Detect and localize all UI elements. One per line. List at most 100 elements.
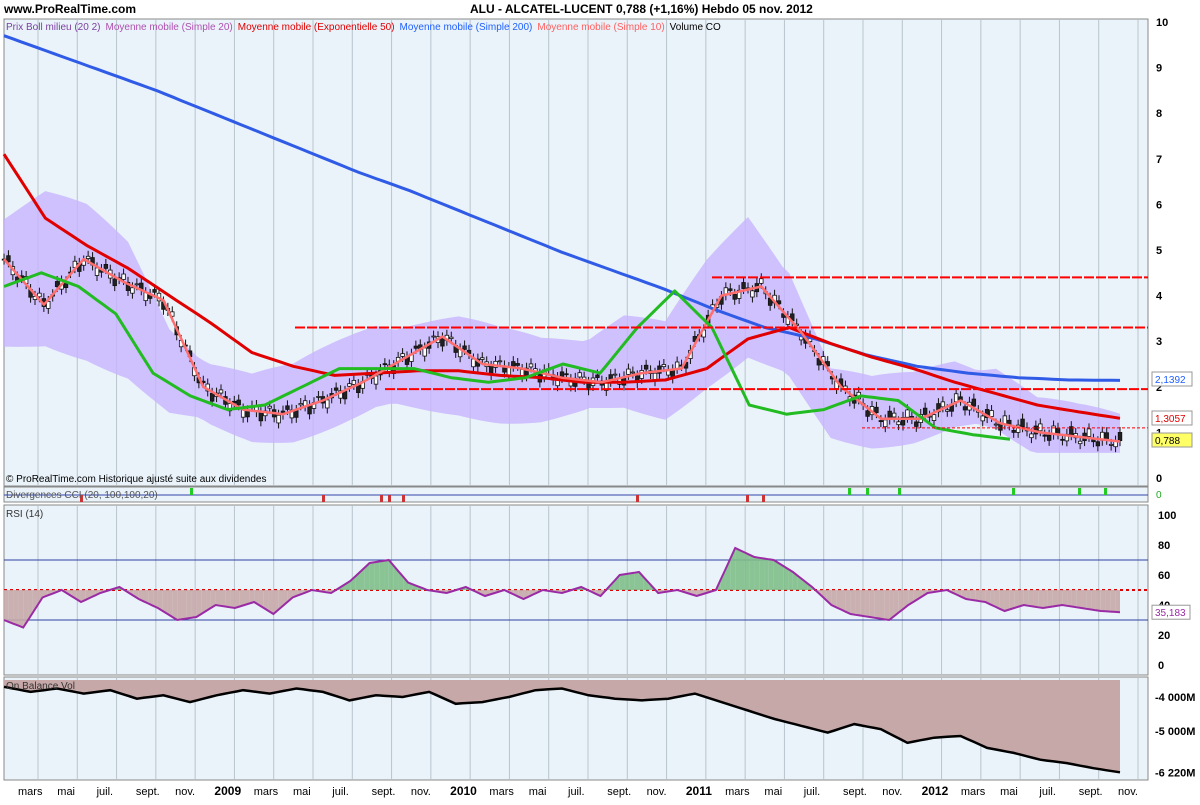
x-tick-label: sept. [136, 786, 160, 798]
cci-bar-negative [746, 495, 749, 502]
last-value-text: 2,1392 [1155, 375, 1186, 386]
rsi-fill-segment [778, 563, 784, 590]
rsi-fill-segment [629, 572, 635, 590]
rsi-fill-segment [1043, 590, 1048, 608]
candle-body [971, 398, 977, 407]
rsi-fill-segment [1110, 590, 1116, 612]
rsi-fill-segment [239, 590, 245, 607]
rsi-last-value: 35,183 [1155, 608, 1186, 619]
candle-body [316, 396, 321, 398]
candle-body [674, 361, 680, 369]
candle-body [54, 281, 60, 288]
x-tick-label: 2010 [450, 784, 477, 798]
candle-body [267, 405, 272, 409]
candle-body [440, 337, 445, 347]
candle-body [577, 372, 582, 378]
candle-body [400, 353, 405, 357]
candle-body [351, 380, 357, 385]
candle-body [989, 410, 994, 417]
candle-body [1104, 432, 1109, 440]
cci-bar-positive [1078, 488, 1081, 495]
price-tick-label: 0 [1156, 473, 1162, 485]
obv-y-axis: -4 000M -5 000M -6 220M [1155, 692, 1195, 779]
rsi-fill-segment [1028, 590, 1034, 607]
candle-body [528, 363, 534, 368]
rsi-fill-segment [879, 590, 885, 620]
price-legend: Prix Boll milieu (20 2) Moyenne mobile (S… [6, 22, 721, 33]
candle-body [325, 399, 330, 409]
candle-body [750, 290, 755, 298]
x-tick-label: nov. [1118, 786, 1138, 798]
x-tick-label: juil. [96, 786, 114, 798]
cci-bar-negative [388, 495, 391, 502]
rsi-fill-segment [374, 561, 380, 590]
candle-body [759, 278, 764, 284]
candle-body [980, 415, 985, 422]
candle-body [630, 371, 636, 374]
legend-item: Moyenne mobile (Simple 20) [105, 22, 232, 33]
rsi-fill-segment [196, 590, 202, 617]
candle-body [922, 407, 928, 415]
candle-body [1117, 432, 1123, 442]
legend-item: Prix Boll milieu (20 2) [6, 22, 100, 33]
x-tick-label: juil. [803, 786, 821, 798]
rsi-fill-segment [1047, 590, 1053, 608]
x-tick-label: nov. [647, 786, 667, 798]
candle-body [945, 409, 950, 412]
cci-value: 0 [1156, 490, 1162, 501]
rsi-fill-segment [975, 590, 981, 602]
price-tick-label: 9 [1156, 63, 1162, 75]
candle-body [1042, 434, 1047, 437]
candle-body [497, 360, 503, 363]
cci-bar-negative [380, 495, 383, 502]
candle-body [1095, 441, 1101, 447]
chart-title: ALU - ALCATEL-LUCENT 0,788 (+1,16%) Hebd… [470, 2, 813, 16]
rsi-tick-label: 20 [1158, 630, 1170, 642]
rsi-fill-segment [739, 550, 745, 590]
x-tick-label: sept. [843, 786, 867, 798]
cci-label: Divergences CCI (20, 100,100,20) [6, 490, 158, 501]
candle-body [382, 363, 388, 366]
rsi-fill-segment [186, 590, 192, 619]
rsi-fill-segment [999, 590, 1005, 611]
rsi-fill-segment [13, 590, 19, 626]
price-last-tags: 2,1392 1,3057 0,788 [1151, 371, 1193, 448]
candle-body [449, 336, 454, 340]
rsi-tick-label: 60 [1158, 570, 1170, 582]
candle-body [896, 421, 901, 426]
rsi-fill-segment [619, 574, 625, 590]
cci-bar-positive [866, 488, 869, 495]
candle-body [643, 364, 649, 370]
rsi-fill-segment [1091, 590, 1096, 611]
rsi-fill-segment [1018, 590, 1024, 607]
candle-body [294, 410, 299, 418]
cci-bar-negative [402, 495, 405, 502]
obv-tick-label: -6 220M [1155, 767, 1195, 779]
last-value-text: 1,3057 [1155, 414, 1186, 425]
x-tick-label: mai [293, 786, 311, 798]
candle-body [953, 393, 959, 403]
x-tick-label: mars [18, 786, 43, 798]
stock-chart[interactable]: www.ProRealTime.com ALU - ALCATEL-LUCENT… [0, 0, 1200, 800]
candle-body [1029, 433, 1034, 439]
candle-body [661, 364, 667, 368]
rsi-fill-segment [865, 590, 870, 617]
price-tick-label: 8 [1156, 108, 1162, 120]
rsi-fill-segment [1095, 590, 1101, 611]
candle-body [993, 423, 999, 426]
rsi-fill-segment [869, 590, 875, 618]
cci-bar-positive [1012, 488, 1015, 495]
candle-body [1077, 440, 1083, 445]
x-tick-label: 2009 [214, 784, 241, 798]
rsi-fill-segment [1033, 590, 1039, 608]
rsi-fill-segment [749, 554, 755, 590]
price-tick-label: 7 [1156, 154, 1162, 166]
candle-body [878, 420, 884, 423]
candle-body [431, 335, 436, 338]
rsi-fill-segment [8, 590, 14, 624]
rsi-fill-segment [1004, 590, 1010, 611]
candle-body [883, 419, 888, 428]
rsi-tick-label: 0 [1158, 660, 1164, 672]
candle-body [103, 264, 109, 269]
x-tick-label: juil. [1038, 786, 1056, 798]
